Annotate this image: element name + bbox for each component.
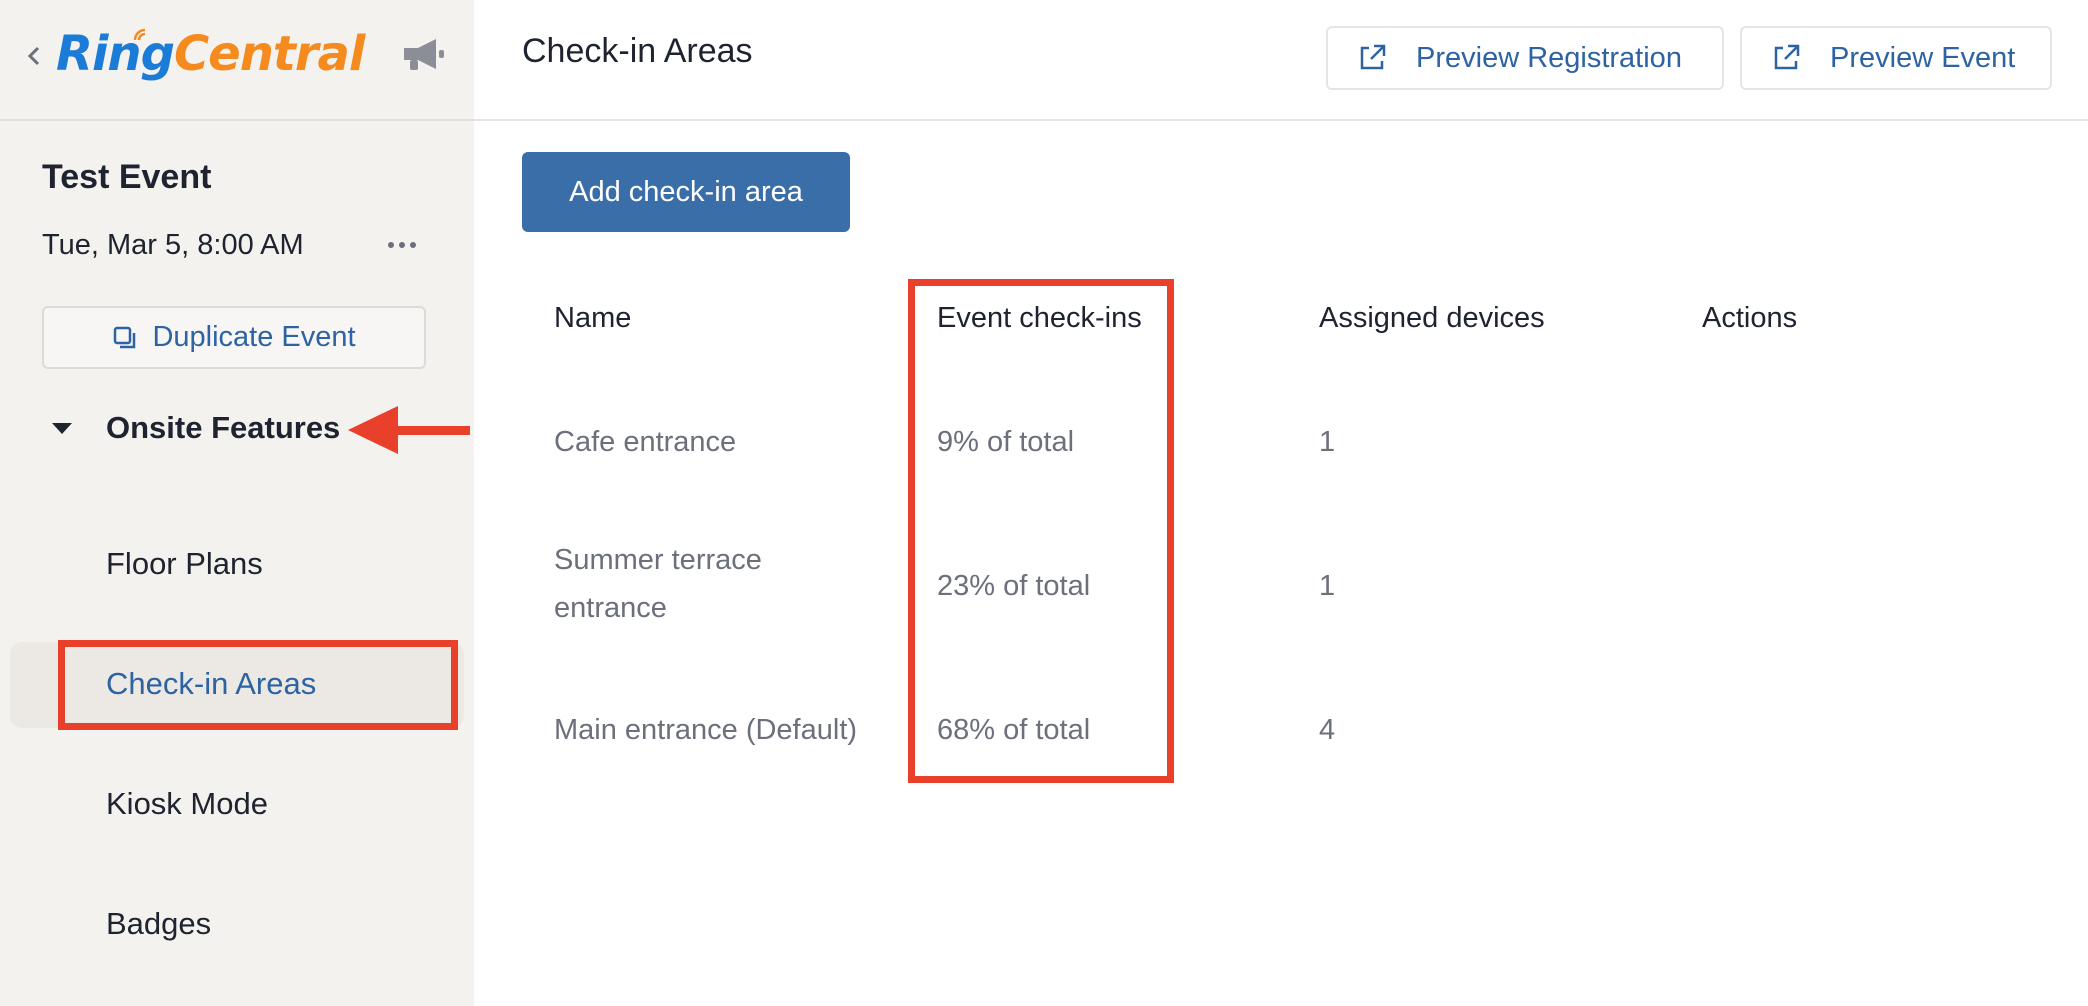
sidebar-item-label: Badges [106,906,212,941]
ringcentral-logo[interactable]: RingCentral [56,24,365,84]
external-link-icon [1774,44,1800,70]
preview-event-button[interactable]: Preview Event [1740,26,2052,90]
cell-assigned-devices: 4 [1319,714,1336,746]
cell-name: Cafe entrance [554,426,737,458]
more-horizontal-icon[interactable] [386,232,418,258]
duplicate-event-button[interactable]: Duplicate Event [42,306,426,369]
duplicate-event-label: Duplicate Event [152,321,356,353]
sidebar-item-badges[interactable]: Badges [0,880,474,968]
sidebar-item-label: Floor Plans [106,546,263,581]
add-check-in-area-button[interactable]: Add check-in area [522,152,850,232]
column-header-name[interactable]: Name [554,302,631,335]
event-title: Test Event [42,158,212,196]
caret-down-icon [44,418,80,438]
sidebar-item-floor-plans[interactable]: Floor Plans [0,520,474,608]
sidebar-header: RingCentral [0,0,474,121]
cell-name: Main entrance (Default) [554,714,858,746]
preview-registration-label: Preview Registration [1416,41,1682,74]
back-chevron-icon[interactable] [24,40,44,72]
cell-assigned-devices: 1 [1319,570,1336,602]
external-link-icon [1360,44,1386,70]
annotation-highlight-box [908,279,1174,783]
duplicate-icon [114,326,136,348]
cell-name-line1: Summer terrace [554,544,762,576]
sidebar-item-label: Kiosk Mode [106,786,268,821]
logo-text-central: Central [173,26,365,82]
preview-event-label: Preview Event [1830,41,2016,74]
annotation-highlight-box [58,640,458,730]
page-title: Check-in Areas [522,32,753,70]
event-date: Tue, Mar 5, 8:00 AM [42,229,304,261]
section-label: Onsite Features [106,410,341,445]
sidebar-item-kiosk-mode[interactable]: Kiosk Mode [0,760,474,848]
logo-wave-icon [133,28,146,41]
cell-assigned-devices: 1 [1319,426,1336,458]
megaphone-icon[interactable] [400,36,448,74]
sidebar: RingCentral Test Event Tue, Mar 5, 8:00 … [0,0,474,1006]
column-header-actions: Actions [1702,302,1798,334]
cell-name-line2: entrance [554,592,667,624]
sidebar-item-check-in-areas[interactable]: Check-in Areas [0,640,474,730]
onsite-features-toggle[interactable]: Onsite Features [44,408,344,448]
main-header: Check-in Areas Preview Registration Prev… [474,0,2088,121]
logo-text-ring: Ring [56,26,175,82]
main-content: Check-in Areas Preview Registration Prev… [474,0,2088,1006]
preview-registration-button[interactable]: Preview Registration [1326,26,1724,90]
annotation-arrow [348,406,470,454]
column-header-assigned-devices[interactable]: Assigned devices [1319,302,1545,335]
